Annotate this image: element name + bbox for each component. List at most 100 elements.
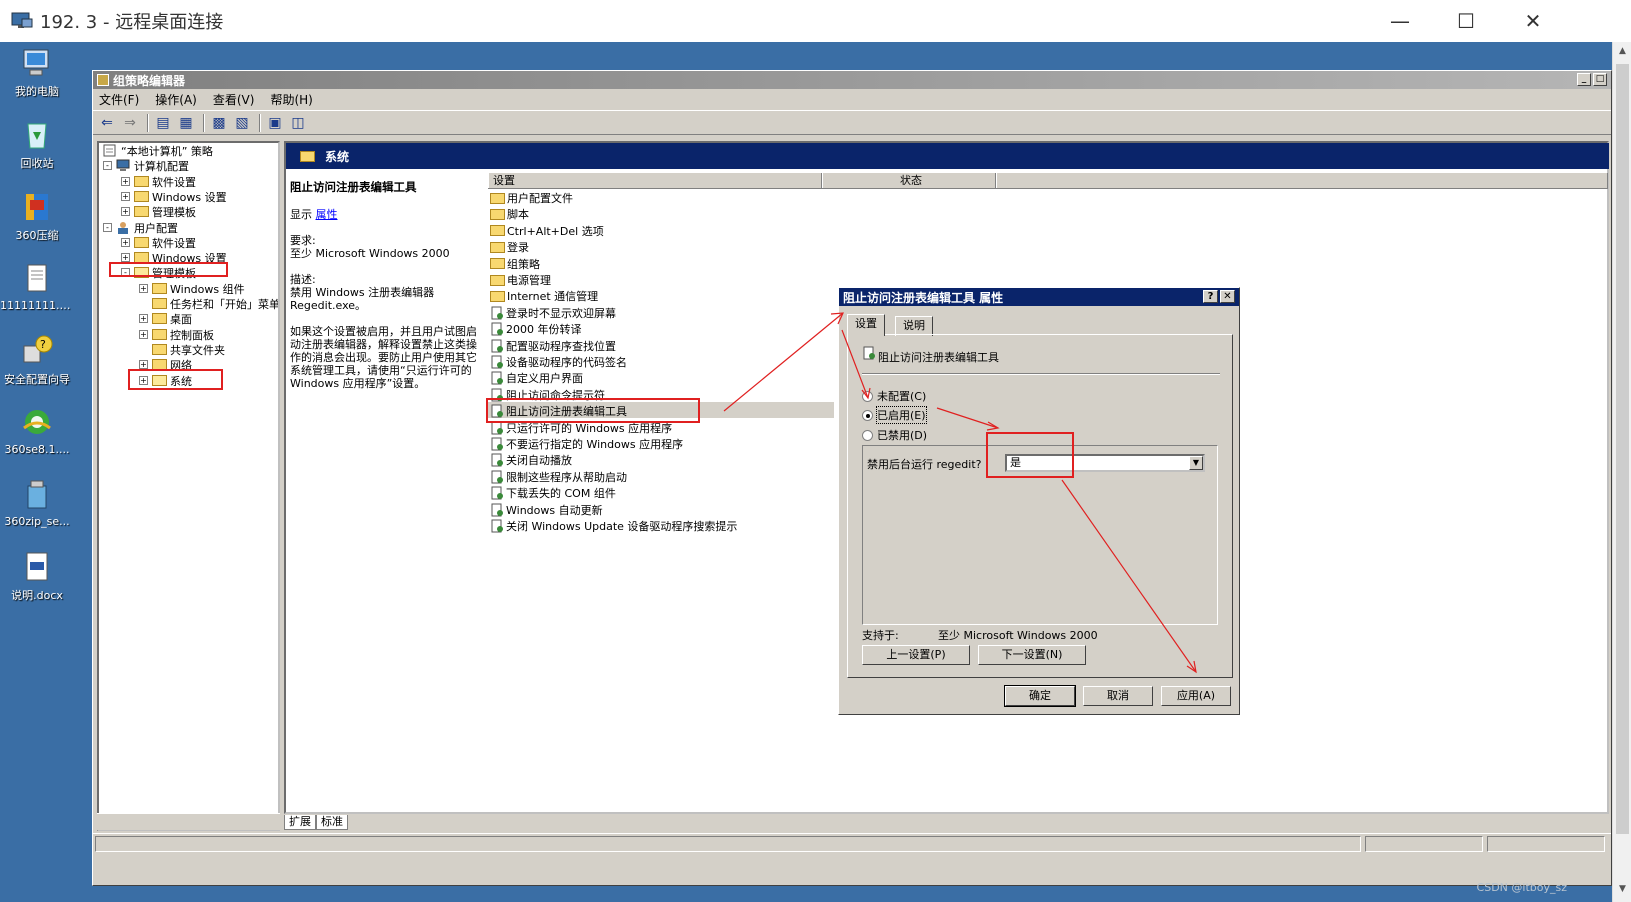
expand-icon[interactable]: +: [139, 284, 148, 293]
tree-a-control[interactable]: + 控制面板: [139, 327, 214, 342]
properties-icon[interactable]: ▩: [209, 114, 229, 132]
tree-a-desktop[interactable]: + 桌面: [139, 311, 192, 326]
list-folder-row[interactable]: 登录: [490, 239, 529, 255]
list-folder-row[interactable]: 用户配置文件: [490, 190, 573, 206]
desktop-icon-computer[interactable]: 我的电脑: [0, 46, 74, 99]
gpe-restore-icon[interactable]: □: [1593, 73, 1607, 86]
expand-icon[interactable]: +: [121, 238, 130, 247]
properties-link[interactable]: 属性: [316, 208, 338, 221]
list-setting-row[interactable]: 限制这些程序从帮助启动: [490, 469, 627, 485]
tree-u-software[interactable]: + 软件设置: [121, 235, 196, 250]
list-setting-row[interactable]: 不要运行指定的 Windows 应用程序: [490, 436, 683, 452]
list-setting-row[interactable]: 自定义用户界面: [490, 370, 583, 386]
collapse-icon[interactable]: -: [103, 161, 112, 170]
expand-icon[interactable]: +: [121, 253, 130, 262]
desktop-icon-recycle[interactable]: 回收站: [0, 118, 74, 171]
desktop-icon-security[interactable]: ? 安全配置向导: [0, 334, 74, 387]
list-setting-row[interactable]: 设备驱动程序的代码签名: [490, 354, 627, 370]
annotation-box-admin: [109, 262, 228, 277]
list-setting-row[interactable]: 关闭 Windows Update 设备驱动程序搜索提示: [490, 518, 737, 534]
tree-a-wincomp[interactable]: + Windows 组件: [139, 281, 245, 296]
cancel-button[interactable]: 取消: [1083, 686, 1153, 706]
tree-c-admin[interactable]: + 管理模板: [121, 204, 196, 219]
scroll-thumb[interactable]: [1616, 64, 1629, 834]
tree-a-taskbar[interactable]: 任务栏和「开始」菜单: [152, 296, 278, 311]
next-setting-button[interactable]: 下一设置(N): [978, 645, 1086, 665]
help-icon[interactable]: ▣: [265, 114, 285, 132]
list-folder-row[interactable]: 组策略: [490, 256, 540, 272]
folder-icon: [134, 237, 149, 248]
ok-button[interactable]: 确定: [1004, 685, 1076, 707]
list-folder-row[interactable]: 脚本: [490, 206, 529, 222]
tab-extended[interactable]: 扩展: [284, 815, 316, 830]
radio-circle-selected[interactable]: [862, 409, 873, 421]
tree-c-software[interactable]: + 软件设置: [121, 174, 196, 189]
desktop-icon-360zip-setup[interactable]: 360zip_se...: [0, 478, 74, 528]
scroll-down-icon[interactable]: ▼: [1617, 884, 1628, 898]
scroll-up-icon[interactable]: ▲: [1617, 46, 1628, 60]
desktop-icon-360se[interactable]: 360se8.1....: [0, 406, 74, 456]
rdp-vertical-scrollbar[interactable]: ▲ ▼: [1612, 42, 1631, 902]
desktop-icon-docx[interactable]: 说明.docx: [0, 550, 74, 603]
forward-icon[interactable]: ⇒: [120, 114, 140, 132]
folder-icon: [490, 258, 505, 270]
up-folder-icon[interactable]: ▤: [153, 114, 173, 132]
close-icon[interactable]: ✕: [1519, 8, 1547, 34]
list-setting-row[interactable]: 配置驱动程序查找位置: [490, 338, 616, 354]
radio-not-configured[interactable]: 未配置(C): [862, 388, 926, 404]
tree-root[interactable]: “本地计算机” 策略: [103, 143, 213, 158]
collapse-icon[interactable]: -: [103, 223, 112, 232]
expand-icon[interactable]: +: [121, 207, 130, 216]
toolbar-separator: [203, 113, 205, 132]
prev-setting-button[interactable]: 上一设置(P): [862, 645, 970, 665]
tab-setting[interactable]: 设置: [847, 314, 885, 336]
expand-icon[interactable]: +: [139, 314, 148, 323]
menu-file[interactable]: 文件(F): [99, 91, 139, 108]
show-tree-icon[interactable]: ▦: [176, 114, 196, 132]
export-icon[interactable]: ▧: [232, 114, 252, 132]
desc-req-text: 至少 Microsoft Windows 2000: [290, 247, 450, 260]
list-setting-row[interactable]: Windows 自动更新: [490, 502, 603, 518]
description-view-icon[interactable]: ◫: [288, 114, 308, 132]
menu-action[interactable]: 操作(A): [155, 91, 197, 108]
dialog-help-icon[interactable]: ?: [1203, 290, 1218, 303]
list-folder-row[interactable]: Internet 通信管理: [490, 288, 598, 304]
tree-user-config[interactable]: - 用户配置: [103, 220, 178, 235]
expand-icon[interactable]: +: [121, 192, 130, 201]
policy-tree[interactable]: “本地计算机” 策略 - 计算机配置 + 软件设置 + Windows 设置 + 管理模…: [97, 141, 280, 831]
radio-enabled[interactable]: 已启用(E): [862, 406, 927, 424]
radio-disabled[interactable]: 已禁用(D): [862, 427, 927, 443]
tree-a-shared[interactable]: 共享文件夹: [152, 342, 225, 357]
desktop-icon-txt[interactable]: 11111111.txt: [0, 262, 74, 312]
maximize-icon[interactable]: ☐: [1452, 8, 1480, 34]
back-icon[interactable]: ⇐: [97, 114, 117, 132]
list-setting-row[interactable]: 下载丢失的 COM 组件: [490, 485, 616, 501]
list-folder-row[interactable]: Ctrl+Alt+Del 选项: [490, 223, 604, 239]
col-state[interactable]: 状态: [822, 173, 996, 188]
menu-help[interactable]: 帮助(H): [270, 91, 312, 108]
dialog-close-icon[interactable]: ✕: [1220, 290, 1235, 303]
expand-icon[interactable]: +: [139, 360, 148, 369]
radio-circle[interactable]: [862, 429, 873, 441]
tree-computer-config[interactable]: - 计算机配置: [103, 158, 189, 173]
gpe-minimize-icon[interactable]: _: [1577, 73, 1591, 86]
desktop-icon-360zip[interactable]: 360压缩: [0, 190, 74, 243]
remote-desktop-icon: [10, 10, 34, 32]
chevron-down-icon[interactable]: ▼: [1189, 456, 1203, 470]
tree-horizontal-scrollbar[interactable]: [97, 813, 280, 830]
radio-circle[interactable]: [862, 390, 873, 402]
list-setting-row[interactable]: 2000 年份转译: [490, 321, 582, 337]
minimize-icon[interactable]: —: [1386, 8, 1414, 34]
list-setting-row[interactable]: 关闭自动播放: [490, 452, 572, 468]
tab-explain[interactable]: 说明: [895, 316, 933, 336]
col-setting[interactable]: 设置: [488, 173, 822, 188]
menu-view[interactable]: 查看(V): [213, 91, 255, 108]
list-folder-row[interactable]: 电源管理: [490, 272, 551, 288]
list-setting-row[interactable]: 登录时不显示欢迎屏幕: [490, 305, 616, 321]
expand-icon[interactable]: +: [139, 330, 148, 339]
tree-c-windows[interactable]: + Windows 设置: [121, 189, 227, 204]
document-icon: [20, 550, 54, 584]
tab-standard[interactable]: 标准: [316, 815, 348, 830]
apply-button[interactable]: 应用(A): [1161, 686, 1231, 706]
expand-icon[interactable]: +: [121, 177, 130, 186]
